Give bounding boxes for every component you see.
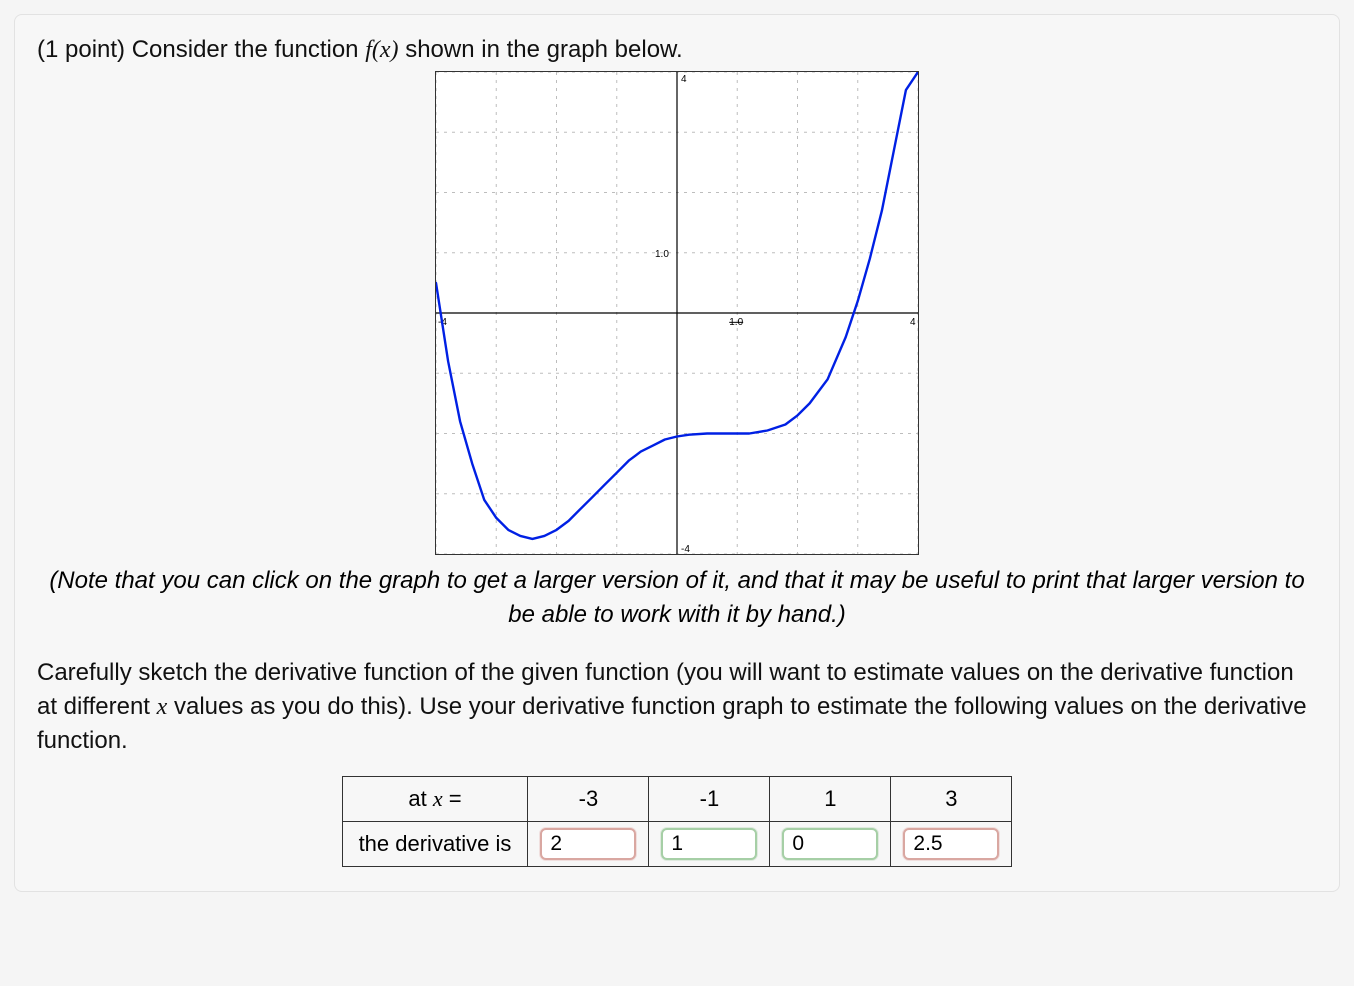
answer-table: at x = -3 -1 1 3 the derivative is (342, 776, 1013, 867)
svg-text:-4: -4 (681, 544, 690, 555)
svg-text:4: 4 (681, 74, 687, 85)
answer-input-2[interactable] (782, 828, 878, 860)
points-label: (1 point) (37, 36, 132, 63)
answer-input-3[interactable] (903, 828, 999, 860)
function-name: f(x) (365, 37, 398, 63)
body-text: Carefully sketch the derivative function… (37, 656, 1317, 758)
derivative-row: the derivative is (342, 822, 1012, 867)
x-col-1: -1 (649, 777, 770, 822)
question-text: (1 point) Consider the function f(x) sho… (37, 33, 1317, 67)
x-col-3: 3 (891, 777, 1012, 822)
x-values-row: at x = -3 -1 1 3 (342, 777, 1012, 822)
x-col-2: 1 (770, 777, 891, 822)
body-1b: values as you do this). Use your derivat… (37, 693, 1307, 754)
graph-note: (Note that you can click on the graph to… (37, 564, 1317, 632)
x-col-0: -3 (528, 777, 649, 822)
svg-text:1.0: 1.0 (729, 317, 743, 328)
answer-input-1[interactable] (661, 828, 757, 860)
svg-text:4: 4 (910, 317, 916, 328)
graph-container: -441.04-41.0 (37, 71, 1317, 560)
at-x-label: at x = (342, 777, 528, 822)
intro-text-1: Consider the function (132, 36, 365, 63)
derivative-label: the derivative is (342, 822, 528, 867)
problem-card: (1 point) Consider the function f(x) sho… (14, 14, 1340, 892)
body-var: x (157, 694, 168, 720)
answer-input-0[interactable] (540, 828, 636, 860)
function-graph[interactable]: -441.04-41.0 (435, 71, 919, 555)
svg-text:1.0: 1.0 (655, 249, 669, 260)
intro-text-2: shown in the graph below. (405, 36, 683, 63)
